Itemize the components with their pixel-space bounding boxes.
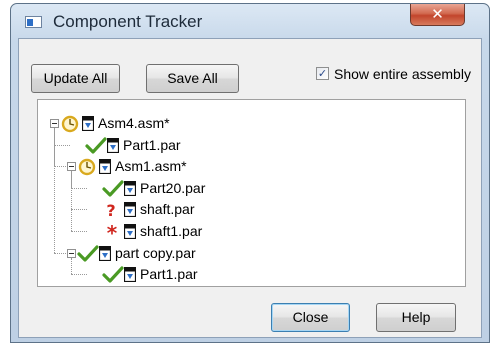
dialog-body: Update All Save All ✓ Show entire assemb… xyxy=(18,38,482,338)
tree-connector-line xyxy=(71,209,87,210)
green-check-icon xyxy=(102,265,124,289)
close-button[interactable]: Close xyxy=(271,303,350,332)
window-app-icon xyxy=(25,16,42,28)
title-bar[interactable]: Component Tracker ✕ xyxy=(11,4,489,38)
document-icon xyxy=(98,245,112,262)
document-icon xyxy=(98,158,112,175)
component-tree[interactable]: Asm4.asm* Part1.par Asm1.asm* Part20.par? sh… xyxy=(37,99,466,287)
clock-icon xyxy=(77,157,99,181)
tree-item-label: shaft1.par xyxy=(140,223,203,239)
update-all-button[interactable]: Update All xyxy=(31,64,120,93)
tree-item-label: Asm4.asm* xyxy=(98,115,170,131)
tree-item-label: Part1.par xyxy=(140,266,198,282)
show-entire-assembly-label[interactable]: Show entire assembly xyxy=(334,66,471,82)
red-asterisk-icon: * xyxy=(102,221,124,246)
tree-item-label: shaft.par xyxy=(140,201,195,217)
tree-item-label: Asm1.asm* xyxy=(115,158,187,174)
document-icon xyxy=(123,266,137,283)
tree-connector-line xyxy=(71,231,87,232)
green-check-icon xyxy=(77,244,99,268)
help-button[interactable]: Help xyxy=(376,303,456,332)
save-all-button[interactable]: Save All xyxy=(146,64,239,93)
window-title: Component Tracker xyxy=(53,12,203,31)
checkbox-box[interactable]: ✓ xyxy=(316,67,329,80)
red-question-icon: ? xyxy=(102,200,124,224)
tree-item-label: Part1.par xyxy=(123,137,181,153)
document-icon xyxy=(106,137,120,154)
title-bar-close-button[interactable]: ✕ xyxy=(410,4,465,26)
document-icon xyxy=(123,201,137,218)
tree-collapse-toggle[interactable] xyxy=(50,119,59,128)
svg-text:*: * xyxy=(107,222,118,242)
tree-connector-line xyxy=(54,145,70,146)
tree-collapse-toggle[interactable] xyxy=(67,162,76,171)
tree-connector-line xyxy=(71,258,72,274)
document-icon xyxy=(81,115,95,132)
document-icon xyxy=(123,180,137,197)
tree-connector-line xyxy=(71,274,87,275)
tree-collapse-toggle[interactable] xyxy=(67,249,76,258)
clock-icon xyxy=(60,114,82,138)
tree-connector-line xyxy=(71,171,72,231)
component-tracker-dialog: Component Tracker ✕ Update All Save All … xyxy=(10,3,490,343)
tree-item-label: part copy.par xyxy=(115,245,196,261)
tree-connector-line xyxy=(54,128,55,253)
tree-item-label: Part20.par xyxy=(140,180,206,196)
document-icon xyxy=(123,223,137,240)
svg-text:?: ? xyxy=(106,201,115,220)
close-icon: ✕ xyxy=(431,5,444,23)
tree-connector-line xyxy=(71,188,87,189)
